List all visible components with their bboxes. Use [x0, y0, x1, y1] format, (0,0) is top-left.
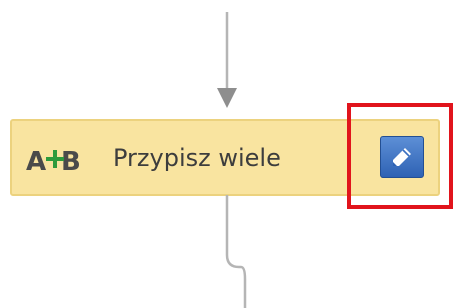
connector-line: [225, 195, 247, 308]
step-label: Przypisz wiele: [113, 144, 281, 172]
workflow-canvas: A B Przypisz wiele: [0, 0, 458, 308]
svg-text:A: A: [26, 147, 46, 175]
incoming-connector: [217, 12, 237, 108]
outgoing-connector: [225, 195, 247, 308]
arrow-head-icon: [217, 88, 237, 108]
assign-ab-icon: A B: [26, 147, 81, 175]
highlight-box: [347, 103, 453, 209]
